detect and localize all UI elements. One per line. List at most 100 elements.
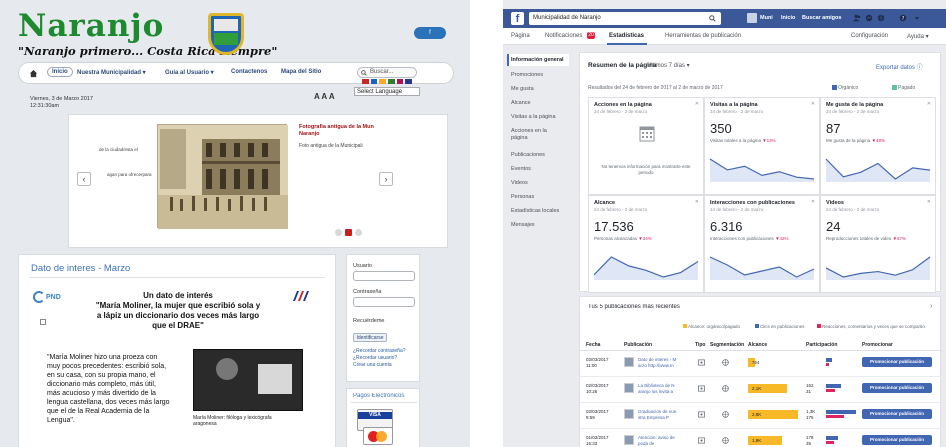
language-select[interactable]: Select Language	[354, 87, 420, 96]
dato-title[interactable]: Dato de interes - Marzo	[31, 263, 130, 274]
metric-card[interactable]: Videos ✕ 24 de febrero - 2 de marzo 24 Repro…	[820, 195, 936, 293]
flag-icon[interactable]	[405, 79, 413, 84]
facebook-search-input[interactable]: Municipalidad de Naranjo	[529, 12, 721, 25]
col-header-tipo[interactable]: Tipo	[695, 342, 705, 348]
promote-post-button[interactable]: Promocionar publicación	[862, 383, 932, 393]
flag-icon[interactable]	[379, 79, 387, 84]
post-text[interactable]: Atención: aviso de poda de	[638, 435, 675, 447]
create-account-link[interactable]: Crear una cuenta	[353, 362, 392, 368]
sidebar-item-personas[interactable]: Personas	[511, 194, 534, 200]
info-icon[interactable]: ✕	[811, 101, 815, 107]
date-range-select[interactable]: Últimos 7 días ▾	[647, 62, 690, 69]
nav-item-guia-usuario[interactable]: Guía al Usuario ▾	[165, 69, 214, 76]
info-icon[interactable]: ✕	[695, 101, 699, 107]
nav-item-mapa-sitio[interactable]: Mapa del Sitio	[281, 69, 321, 75]
nav-item-inicio[interactable]: Inicio	[47, 67, 73, 77]
home-icon[interactable]	[29, 69, 38, 78]
search-icon[interactable]	[709, 15, 716, 22]
post-thumbnail[interactable]	[624, 357, 634, 367]
help-menu[interactable]: Ayuda ▾	[907, 33, 929, 40]
sidebar-item-alcance[interactable]: Alcance	[511, 100, 531, 106]
forgot-password-link[interactable]: ¿Recordar contraseña?	[353, 348, 406, 354]
slider-photo-title[interactable]: Fotografía antigua de la Mun Naranjo	[299, 124, 379, 138]
promote-post-button[interactable]: Promocionar publicación	[862, 409, 932, 419]
col-header-alcance[interactable]: Alcance	[748, 342, 767, 348]
recent-posts-title[interactable]: Tus 5 publicaciones más recientes	[588, 304, 680, 310]
metric-card[interactable]: Acciones en la página ✕ 24 de febrero - 2 …	[588, 97, 704, 195]
chevron-right-icon[interactable]: ›	[930, 303, 932, 310]
nav-item-municipalidad[interactable]: Nuestra Municipalidad ▾	[77, 69, 146, 76]
info-icon[interactable]: ✕	[927, 199, 931, 205]
site-logo[interactable]: Naranjo	[18, 8, 164, 44]
table-row[interactable]: 02/03/2017 11:00 Dato de interes - Marzo h…	[580, 352, 942, 377]
login-button[interactable]: Identificarse	[353, 333, 387, 342]
slider-prev-button[interactable]: ‹	[77, 172, 91, 186]
language-flags[interactable]	[362, 79, 413, 84]
quick-help-icon[interactable]: ?	[899, 14, 907, 22]
chevron-down-icon[interactable]	[913, 14, 921, 22]
metric-card[interactable]: Me gusta de la página ✕ 24 de febrero - 2 …	[820, 97, 936, 195]
tab-notificaciones[interactable]: Notificaciones	[545, 33, 582, 39]
facebook-logo-icon[interactable]: f	[511, 12, 524, 25]
slider-dot-active[interactable]	[345, 229, 352, 236]
table-row[interactable]: 01/03/2017 16:33 Atención: aviso de poda de…	[580, 430, 942, 447]
info-icon[interactable]: ✕	[811, 199, 815, 205]
flag-icon[interactable]	[370, 79, 378, 84]
post-thumbnail[interactable]	[624, 383, 634, 393]
col-header-fecha[interactable]: Fecha	[586, 342, 600, 348]
export-data-link[interactable]: Exportar datos ⓘ	[876, 62, 923, 71]
sidebar-item-me-gusta[interactable]: Me gusta	[511, 86, 534, 92]
tab-pagina[interactable]: Página	[511, 33, 530, 39]
user-field[interactable]	[353, 271, 415, 281]
sidebar-item-informacion-general[interactable]: Información general	[511, 57, 564, 63]
find-friends-link[interactable]: Buscar amigos	[802, 15, 841, 21]
forgot-username-link[interactable]: ¿Recordar usuario?	[353, 355, 397, 361]
info-icon[interactable]: ✕	[927, 101, 931, 107]
tab-herramientas[interactable]: Herramientas de publicación	[665, 33, 741, 39]
globe-notifications-icon[interactable]	[877, 14, 885, 22]
table-row[interactable]: 02/03/2017 10:26 La Biblioteca de Naranjo …	[580, 378, 942, 403]
post-thumbnail[interactable]	[624, 435, 634, 445]
table-row[interactable]: 02/03/2017 9:59 Graduación de nue stra Empr…	[580, 404, 942, 429]
mastercard-icon[interactable]	[363, 427, 393, 445]
sidebar-item-visitas[interactable]: Visitas a la página	[511, 114, 556, 120]
tab-estadisticas[interactable]: Estadísticas	[609, 33, 644, 39]
historic-building-photo[interactable]	[157, 124, 288, 229]
flag-icon[interactable]	[388, 79, 395, 84]
sidebar-item-videos[interactable]: Videos	[511, 180, 528, 186]
post-text[interactable]: La Biblioteca de Naranjo los invita a	[638, 383, 675, 395]
config-link[interactable]: Configuración	[851, 33, 888, 39]
friend-requests-icon[interactable]	[853, 14, 861, 22]
col-header-promocionar[interactable]: Promocionar	[862, 342, 893, 348]
promote-post-button[interactable]: Promocionar publicación	[862, 435, 932, 445]
sidebar-item-eventos[interactable]: Eventos	[511, 166, 531, 172]
col-header-publicacion[interactable]: Publicación	[624, 342, 652, 348]
slider-dot[interactable]	[355, 229, 362, 236]
sidebar-item-mensajes[interactable]: Mensajes	[511, 222, 535, 228]
password-field[interactable]	[353, 297, 415, 307]
facebook-button[interactable]: f	[414, 27, 446, 39]
post-text[interactable]: Graduación de nue stra Empresa P	[638, 409, 676, 421]
post-thumbnail[interactable]	[624, 409, 634, 419]
slider-dot[interactable]	[335, 229, 342, 236]
post-text[interactable]: Dato de interes - Marzo http://www.m	[638, 357, 676, 369]
user-name-link[interactable]: Muni	[760, 15, 773, 21]
nav-item-contactenos[interactable]: Contactenos	[231, 69, 267, 75]
promote-post-button[interactable]: Promocionar publicación	[862, 357, 932, 367]
messages-icon[interactable]	[865, 14, 873, 22]
search-input[interactable]: Buscar...	[357, 67, 417, 78]
avatar[interactable]	[747, 13, 757, 23]
home-link[interactable]: Inicio	[781, 15, 795, 21]
metric-card[interactable]: Interacciones con publicaciones ✕ 24 de fe…	[704, 195, 820, 293]
col-header-segmentacion[interactable]: Segmentación	[710, 342, 744, 348]
flag-icon[interactable]	[362, 79, 369, 84]
info-icon[interactable]: ✕	[695, 199, 699, 205]
slider-next-button[interactable]: ›	[379, 172, 393, 186]
font-size-control[interactable]: A A A	[314, 92, 335, 101]
sidebar-item-estadisticas-locales[interactable]: Estadísticas locales	[511, 208, 559, 214]
metric-card[interactable]: Alcance ✕ 24 de febrero - 2 de marzo 17.536…	[588, 195, 704, 293]
remember-checkbox[interactable]	[40, 319, 46, 325]
flag-icon[interactable]	[396, 79, 404, 84]
sidebar-item-acciones[interactable]: Acciones en la página	[511, 128, 561, 142]
payments-title[interactable]: Pagos Electrónicos	[353, 393, 404, 399]
